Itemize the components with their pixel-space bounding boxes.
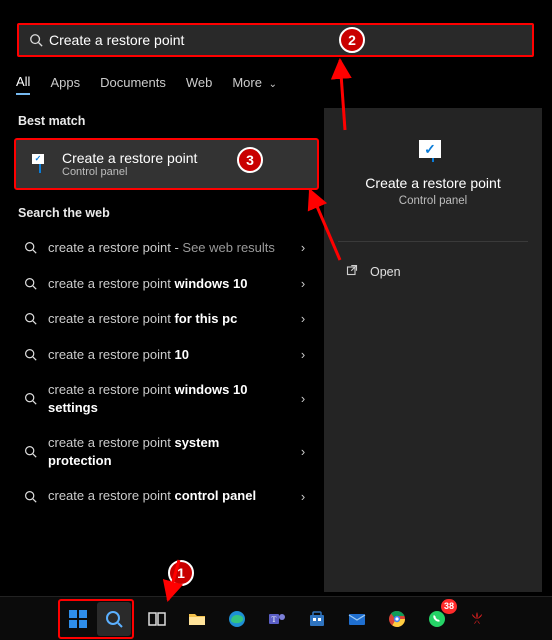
web-result-item[interactable]: create a restore point windows 10 settin…	[14, 372, 319, 425]
monitor-check-icon: ✓	[28, 152, 52, 176]
chevron-right-icon[interactable]: ›	[297, 444, 309, 459]
open-action[interactable]: Open	[324, 258, 542, 285]
best-match-result[interactable]: ✓ Create a restore point Control panel	[14, 138, 319, 190]
web-result-item[interactable]: create a restore point system protection…	[14, 425, 319, 478]
search-icon	[29, 33, 43, 47]
best-match-subtitle: Control panel	[62, 166, 197, 178]
web-result-text: create a restore point system protection	[48, 434, 287, 469]
search-filter-tabs: All Apps Documents Web More ⌄	[16, 70, 277, 95]
tab-label: Documents	[100, 75, 166, 90]
web-result-text: create a restore point windows 10	[48, 275, 287, 293]
chevron-right-icon[interactable]: ›	[297, 489, 309, 504]
preview-subtitle: Control panel	[399, 195, 467, 207]
chevron-right-icon[interactable]: ›	[297, 347, 309, 362]
web-result-item[interactable]: create a restore point windows 10 ›	[14, 266, 319, 302]
web-result-item[interactable]: create a restore point for this pc ›	[14, 301, 319, 337]
tab-documents[interactable]: Documents	[100, 71, 166, 94]
search-icon	[22, 392, 38, 405]
file-explorer-button[interactable]	[180, 602, 214, 636]
monitor-check-icon: ✓	[432, 146, 434, 161]
start-button[interactable]	[61, 602, 95, 636]
search-input[interactable]	[49, 32, 522, 48]
open-external-icon	[346, 264, 358, 279]
search-icon	[22, 277, 38, 290]
chevron-right-icon[interactable]: ›	[297, 311, 309, 326]
tab-web[interactable]: Web	[186, 71, 213, 94]
chevron-right-icon[interactable]: ›	[297, 240, 309, 255]
web-result-text: create a restore point for this pc	[48, 310, 287, 328]
whatsapp-button[interactable]: 38	[420, 602, 454, 636]
tab-all[interactable]: All	[16, 70, 30, 95]
results-column: Best match ✓ Create a restore point Cont…	[14, 108, 319, 514]
web-result-item[interactable]: create a restore point - See web results…	[14, 230, 319, 266]
taskview-button[interactable]	[140, 602, 174, 636]
search-icon	[22, 445, 38, 458]
web-result-item[interactable]: create a restore point 10 ›	[14, 337, 319, 373]
teams-button[interactable]: T	[260, 602, 294, 636]
tab-label: More	[232, 75, 262, 90]
notification-badge: 38	[441, 599, 457, 614]
search-button[interactable]	[97, 602, 131, 636]
separator	[338, 241, 528, 242]
search-icon	[22, 241, 38, 254]
preview-panel: ✓ Create a restore point Control panel O…	[324, 108, 542, 592]
huawei-button[interactable]	[460, 602, 494, 636]
tab-apps[interactable]: Apps	[50, 71, 80, 94]
tab-label: All	[16, 74, 30, 89]
chevron-down-icon: ⌄	[269, 79, 277, 90]
annotation-step-1: 1	[168, 560, 194, 586]
best-match-title: Create a restore point	[62, 150, 197, 166]
chevron-right-icon[interactable]: ›	[297, 391, 309, 406]
mail-button[interactable]	[340, 602, 374, 636]
svg-text:T: T	[272, 615, 277, 624]
taskbar: T 38	[0, 596, 552, 640]
section-header-best-match: Best match	[18, 114, 315, 128]
edge-button[interactable]	[220, 602, 254, 636]
web-results-list: create a restore point - See web results…	[14, 230, 319, 514]
web-result-item[interactable]: create a restore point control panel ›	[14, 478, 319, 514]
web-result-text: create a restore point 10	[48, 346, 287, 364]
search-icon	[22, 348, 38, 361]
tab-label: Web	[186, 75, 213, 90]
web-result-text: create a restore point - See web results	[48, 239, 287, 257]
tab-label: Apps	[50, 75, 80, 90]
web-result-text: create a restore point control panel	[48, 487, 287, 505]
search-icon	[22, 490, 38, 503]
open-label: Open	[370, 265, 401, 279]
search-icon	[22, 312, 38, 325]
taskbar-start-search-group	[58, 599, 134, 639]
chrome-button[interactable]	[380, 602, 414, 636]
chevron-right-icon[interactable]: ›	[297, 276, 309, 291]
search-bar[interactable]	[17, 23, 534, 57]
section-header-search-web: Search the web	[18, 206, 315, 220]
tab-more[interactable]: More ⌄	[232, 71, 277, 94]
store-button[interactable]	[300, 602, 334, 636]
web-result-text: create a restore point windows 10 settin…	[48, 381, 287, 416]
preview-title: Create a restore point	[365, 175, 500, 191]
